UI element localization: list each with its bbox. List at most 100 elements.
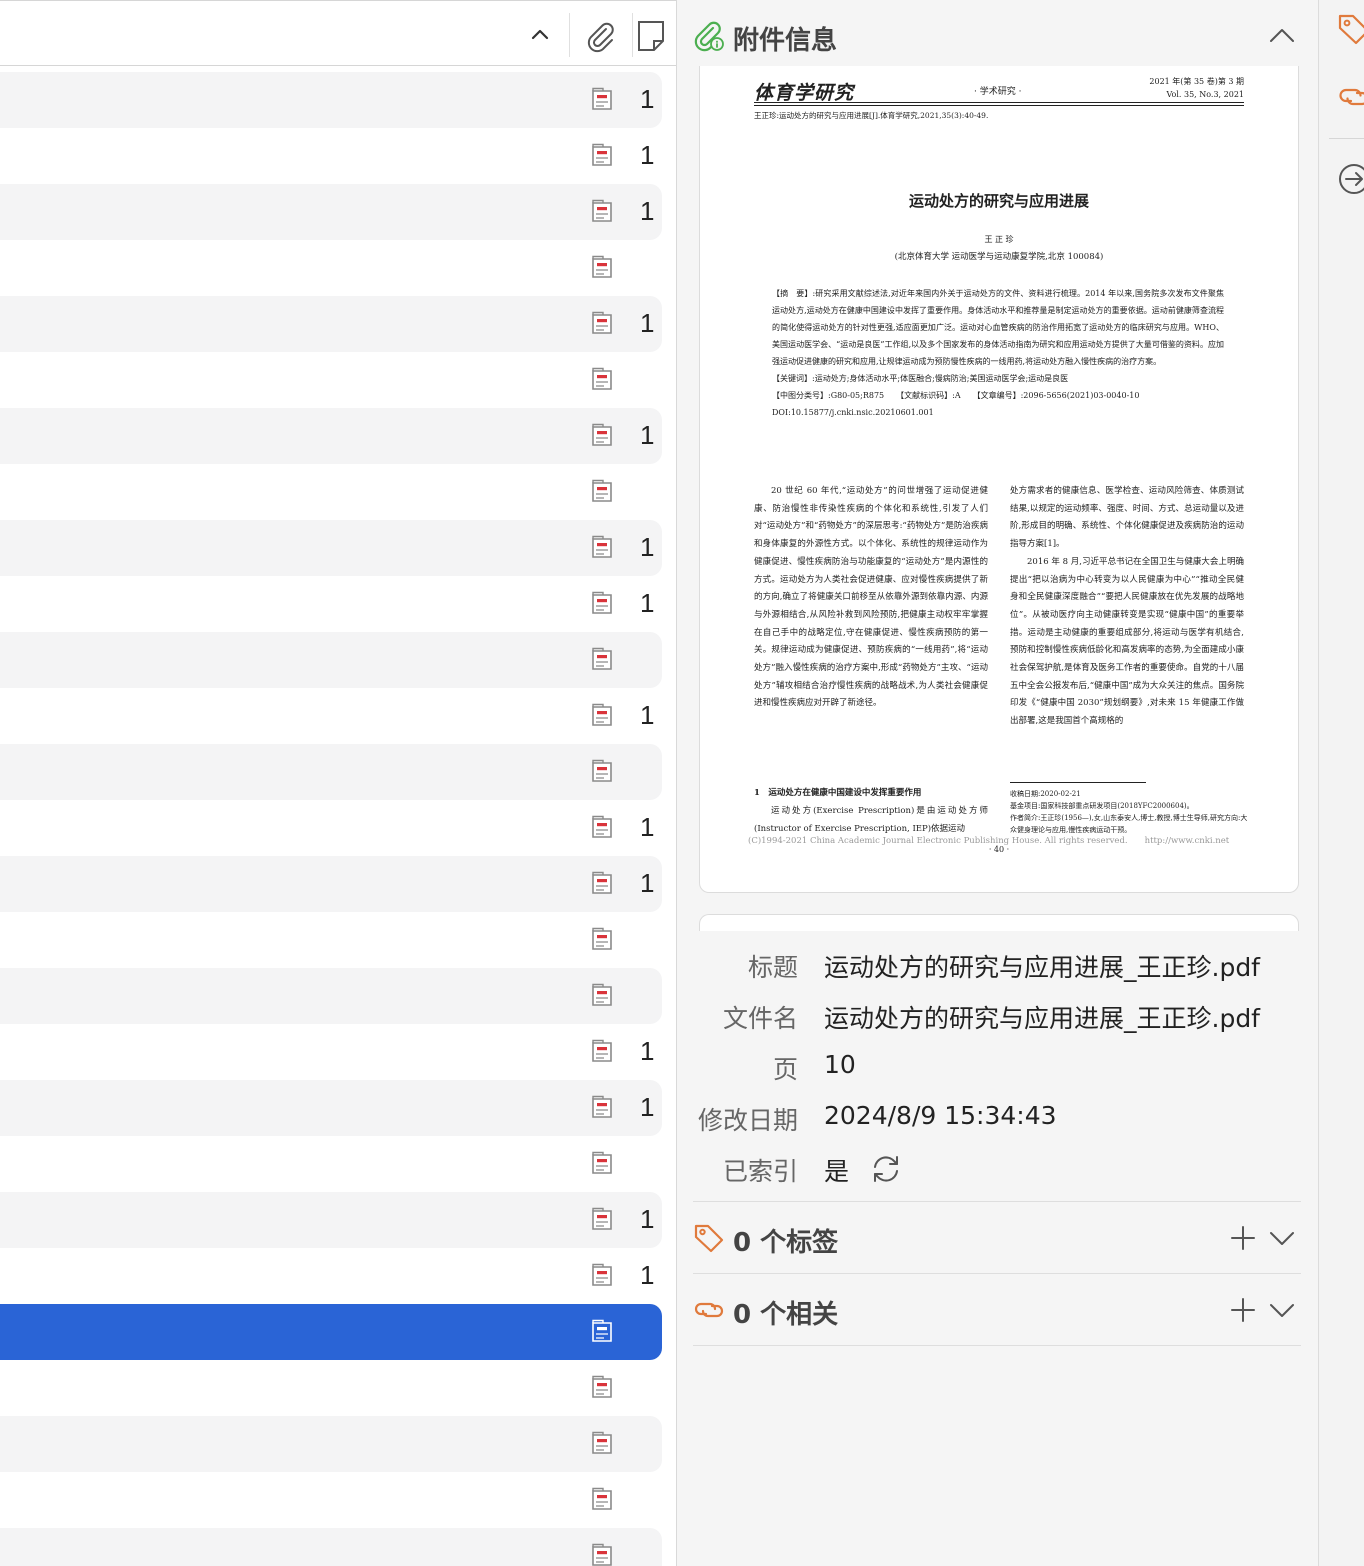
table-row[interactable]: 1	[0, 296, 662, 352]
table-row[interactable]: 1	[0, 856, 662, 912]
pdf-attachment-icon[interactable]	[589, 423, 615, 449]
table-row[interactable]	[0, 1304, 662, 1360]
pdf-attachment-icon[interactable]	[589, 1487, 615, 1513]
related-link-icon[interactable]	[1337, 80, 1364, 114]
table-row[interactable]	[0, 1528, 662, 1566]
table-row[interactable]: 1	[0, 128, 662, 184]
table-row[interactable]: 1	[0, 800, 662, 856]
table-row[interactable]: 1	[0, 184, 662, 240]
pdf-attachment-icon[interactable]	[589, 1543, 615, 1566]
table-row[interactable]	[0, 352, 662, 408]
attachment-icon	[694, 21, 724, 52]
pdf-attachment-icon[interactable]	[589, 199, 615, 225]
tags-header[interactable]: 0 个标签	[693, 1210, 1305, 1266]
pdf-attachment-icon[interactable]	[589, 647, 615, 673]
table-row[interactable]: 1	[0, 1192, 662, 1248]
table-row[interactable]	[0, 744, 662, 800]
pdf-attachment-icon[interactable]	[589, 1207, 615, 1233]
table-row[interactable]: 1	[0, 72, 662, 128]
add-icon[interactable]	[1229, 1224, 1257, 1252]
preview-next-page	[699, 914, 1299, 931]
attachment-info-header[interactable]: 附件信息	[693, 8, 1305, 64]
modified-date-value: 2024/8/9 15:34:43	[824, 1101, 1057, 1130]
notes-count: 1	[640, 868, 655, 898]
pdf-attachment-icon[interactable]	[589, 535, 615, 561]
attachment-preview[interactable]: 体育学研究 · 学术研究 · 2021 年(第 35 卷)第 3 期 Vol. …	[699, 66, 1299, 893]
reindex-icon[interactable]	[869, 1152, 903, 1186]
journal-section: · 学术研究 ·	[974, 87, 1022, 97]
table-row[interactable]	[0, 968, 662, 1024]
pdf-attachment-icon[interactable]	[589, 871, 615, 897]
pdf-attachment-icon[interactable]	[589, 1039, 615, 1065]
doi-text: DOI:10.15877/j.cnki.nsic.20210601.001	[772, 408, 934, 417]
column-divider[interactable]	[632, 13, 633, 57]
tag-icon[interactable]	[1337, 12, 1364, 46]
notes-count: 1	[640, 1092, 655, 1122]
pdf-attachment-icon[interactable]	[589, 1319, 615, 1345]
pdf-attachment-icon[interactable]	[589, 367, 615, 393]
notes-count: 1	[640, 532, 655, 562]
body-paragraph: 20 世纪 60 年代,“运动处方”的问世增强了运动促进健康、防治慢性非传染性疾…	[754, 486, 988, 709]
table-row[interactable]: 1	[0, 408, 662, 464]
pdf-attachment-icon[interactable]	[589, 1263, 615, 1289]
footnote: 作者简介:王正珍(1956—),女,山东泰安人,博士,教授,博士生导师,研究方向…	[1010, 814, 1248, 834]
table-row[interactable]: 1	[0, 688, 662, 744]
body-column-right: 处方需求者的健康信息、医学检查、运动风险筛查、体质测试结果,以规定的运动频率、强…	[1010, 483, 1244, 731]
pdf-attachment-icon[interactable]	[589, 479, 615, 505]
pdf-attachment-icon[interactable]	[589, 815, 615, 841]
field-label: 页	[772, 1055, 798, 1084]
table-row[interactable]: 1	[0, 520, 662, 576]
table-row[interactable]: 1	[0, 1248, 662, 1304]
journal-logo: 体育学研究	[754, 82, 855, 104]
field-label: 修改日期	[697, 1106, 798, 1135]
pdf-attachment-icon[interactable]	[589, 703, 615, 729]
section-divider	[693, 1201, 1301, 1202]
table-row[interactable]: 1	[0, 1024, 662, 1080]
journal-issue-cn: 2021 年(第 35 卷)第 3 期	[1149, 77, 1244, 86]
pdf-attachment-icon[interactable]	[589, 983, 615, 1009]
pdf-attachment-icon[interactable]	[589, 759, 615, 785]
pdf-attachment-icon[interactable]	[589, 87, 615, 113]
pdf-attachment-icon[interactable]	[589, 311, 615, 337]
pdf-attachment-icon[interactable]	[589, 1095, 615, 1121]
add-icon[interactable]	[1229, 1296, 1257, 1324]
pdf-attachment-icon[interactable]	[589, 1431, 615, 1457]
notes-count: 1	[640, 196, 655, 226]
pdf-attachment-icon[interactable]	[589, 591, 615, 617]
attachment-metadata: 标题 运动处方的研究与应用进展_王正珍.pdf 文件名 运动处方的研究与应用进展…	[677, 940, 1318, 1195]
notes-column-icon[interactable]	[636, 19, 666, 53]
pdf-attachment-icon[interactable]	[589, 255, 615, 281]
table-row[interactable]	[0, 1360, 662, 1416]
paperclip-icon[interactable]	[584, 19, 618, 53]
locate-arrow-icon[interactable]	[1337, 162, 1364, 196]
table-row[interactable]	[0, 1472, 662, 1528]
header-rule	[754, 102, 1244, 103]
field-label: 已索引	[722, 1157, 798, 1186]
chevron-up-icon[interactable]	[1267, 24, 1297, 48]
table-row[interactable]	[0, 240, 662, 296]
chevron-down-icon[interactable]	[1267, 1296, 1297, 1324]
body-paragraph: 处方需求者的健康信息、医学检查、运动风险筛查、体质测试结果,以规定的运动频率、强…	[1010, 486, 1244, 550]
pdf-attachment-icon[interactable]	[589, 1151, 615, 1177]
table-row[interactable]	[0, 1136, 662, 1192]
journal-issue-en: Vol. 35, No.3, 2021	[1166, 90, 1244, 99]
table-row[interactable]: 1	[0, 1080, 662, 1136]
chevron-down-icon[interactable]	[1267, 1224, 1297, 1252]
table-row[interactable]	[0, 464, 662, 520]
pdf-attachment-icon[interactable]	[589, 143, 615, 169]
pdf-attachment-icon[interactable]	[589, 1375, 615, 1401]
column-divider[interactable]	[569, 13, 570, 57]
section-divider	[693, 1273, 1301, 1274]
table-row[interactable]	[0, 912, 662, 968]
related-link-icon	[694, 1302, 724, 1318]
title-value[interactable]: 运动处方的研究与应用进展_王正珍.pdf	[824, 948, 1260, 984]
section-title: 附件信息	[733, 26, 838, 56]
table-row[interactable]	[0, 632, 662, 688]
related-header[interactable]: 0 个相关	[693, 1282, 1305, 1338]
table-row[interactable]: 1	[0, 576, 662, 632]
sort-ascending-icon[interactable]	[528, 23, 552, 47]
pdf-attachment-icon[interactable]	[589, 927, 615, 953]
filename-value[interactable]: 运动处方的研究与应用进展_王正珍.pdf	[824, 999, 1260, 1035]
field-row-modified: 修改日期 2024/8/9 15:34:43	[677, 1093, 1318, 1144]
table-row[interactable]	[0, 1416, 662, 1472]
